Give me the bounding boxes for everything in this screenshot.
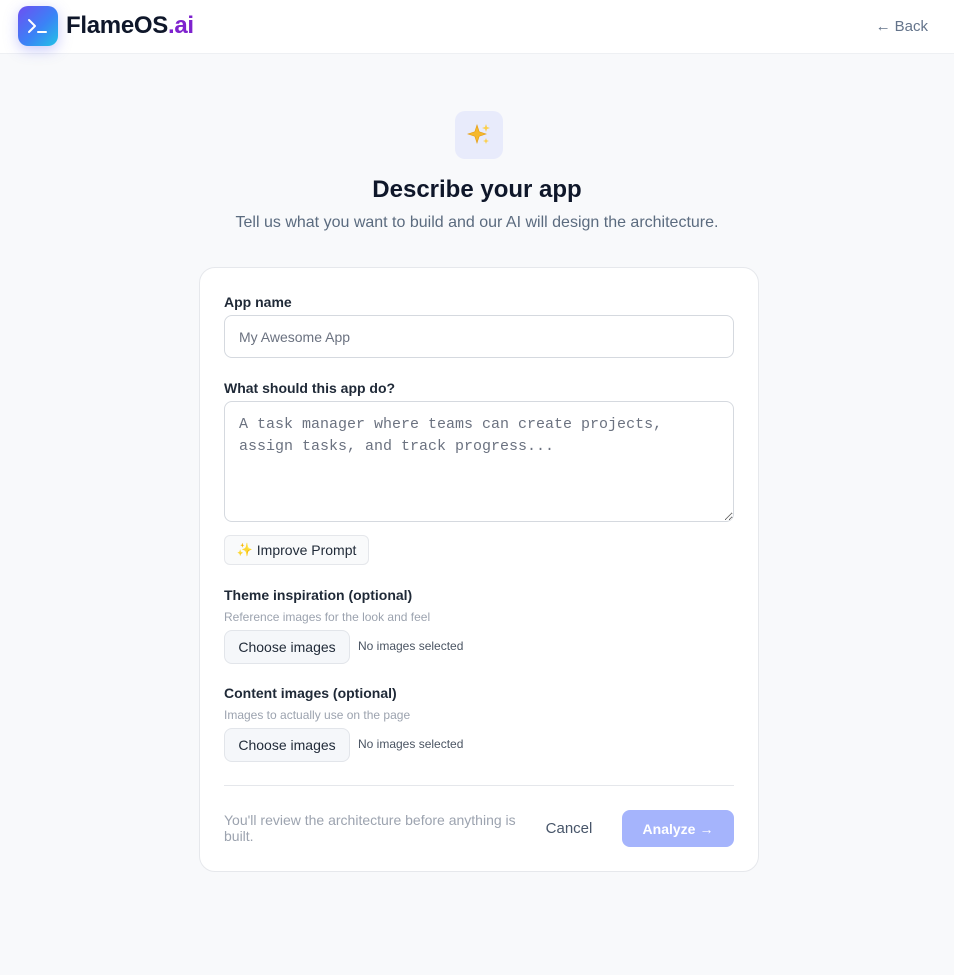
cancel-button[interactable]: Cancel — [534, 819, 604, 839]
describe-app-form: App name What should this app do? ✨ Impr… — [199, 267, 759, 872]
footer-divider — [224, 785, 734, 786]
logo[interactable] — [18, 6, 58, 46]
app-name-input[interactable] — [224, 315, 734, 358]
content-images-status: No images selected — [358, 737, 464, 751]
content-images-hint: Images to actually use on the page — [224, 708, 411, 722]
top-bar: FlameOS.ai ← Back — [0, 0, 954, 54]
sparkles-icon: ✨ — [236, 542, 253, 557]
arrow-left-icon: ← — [875, 18, 891, 35]
review-note: You'll review the architecture before an… — [224, 812, 516, 844]
arrow-right-icon: → — [699, 820, 714, 837]
theme-images-status: No images selected — [358, 639, 464, 653]
content-choose-images-button[interactable]: Choose images — [224, 728, 350, 762]
theme-inspiration-hint: Reference images for the look and feel — [224, 610, 431, 624]
content-images-label: Content images (optional) — [224, 685, 397, 701]
brand-name: FlameOS.ai — [66, 12, 194, 40]
app-name-label: App name — [224, 294, 292, 310]
theme-inspiration-label: Theme inspiration (optional) — [224, 587, 413, 603]
description-textarea[interactable] — [224, 401, 734, 522]
brand-main-text: FlameOS — [66, 12, 168, 39]
analyze-label: Analyze — [642, 820, 696, 837]
improve-prompt-label: Improve Prompt — [256, 542, 357, 558]
page-title: Describe your app — [372, 176, 582, 203]
terminal-prompt-icon — [28, 19, 47, 33]
page-subtitle: Tell us what you want to build and our A… — [235, 214, 719, 231]
back-label: Back — [894, 18, 928, 35]
hero-sparkles-badge — [455, 111, 503, 159]
brand-suffix-text: .ai — [167, 12, 194, 39]
description-label: What should this app do? — [224, 380, 396, 396]
back-link[interactable]: ← Back — [876, 18, 928, 35]
sparkles-icon — [467, 124, 490, 144]
theme-choose-images-button[interactable]: Choose images — [224, 630, 350, 664]
analyze-button[interactable]: Analyze → — [622, 810, 734, 847]
improve-prompt-button[interactable]: ✨ Improve Prompt — [224, 535, 369, 565]
